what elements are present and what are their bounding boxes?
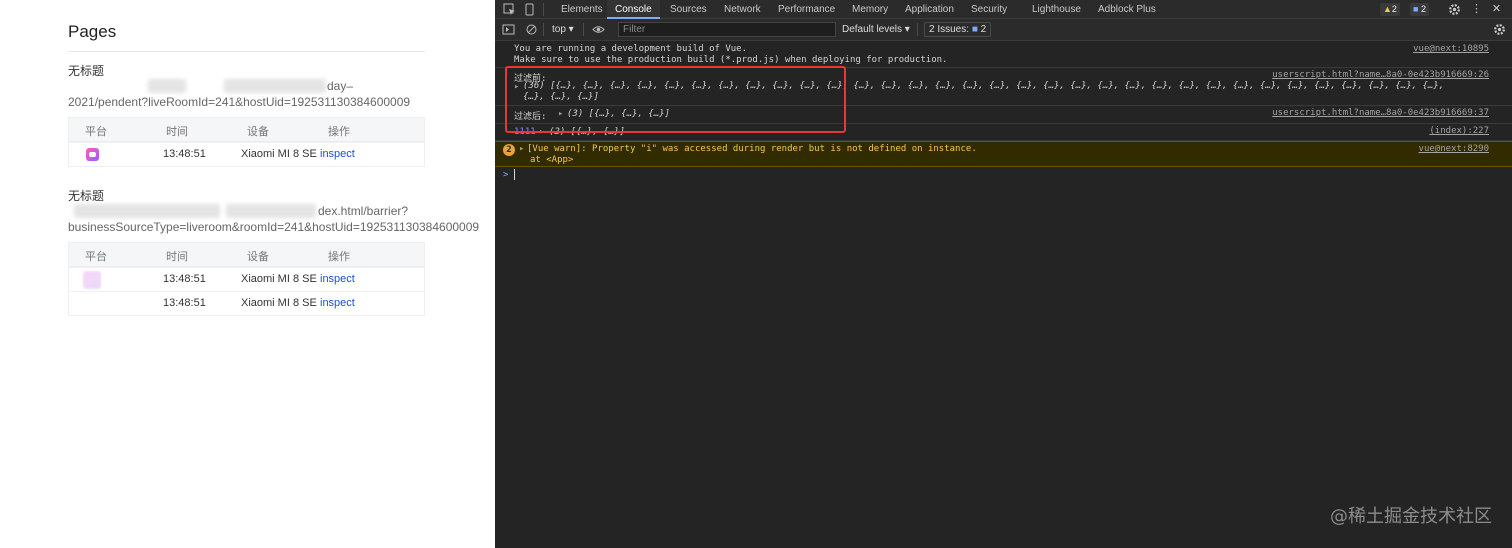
- message-text: Make sure to use the production build (*…: [514, 55, 948, 65]
- clear-console-icon[interactable]: [525, 23, 538, 36]
- console-toolbar: top ▾ Filter Default levels ▾ 2 Issues: …: [495, 19, 1512, 41]
- tab-console[interactable]: Console: [607, 0, 660, 19]
- console-settings-gear-icon[interactable]: [1493, 23, 1506, 36]
- source-link[interactable]: userscript.html?name…8a0-0e423b916669:26: [1272, 70, 1489, 80]
- tab-security[interactable]: Security: [969, 0, 1009, 19]
- eye-icon[interactable]: [592, 23, 605, 36]
- app-icon: [83, 271, 101, 289]
- row-time: 13:48:51: [163, 148, 206, 160]
- targets-table: 平台 时间 设备 操作 13:48:51 Xiaomi MI 8 SE insp…: [68, 117, 425, 167]
- row-device: Xiaomi MI 8 SE: [241, 273, 317, 285]
- col-time: 时间: [166, 251, 188, 263]
- section-title: 无标题: [68, 189, 105, 203]
- tab-network[interactable]: Network: [722, 0, 763, 19]
- warning-count-badge: 2: [503, 144, 515, 156]
- row-time: 13:48:51: [163, 273, 206, 285]
- redacted-url-part: [148, 79, 186, 93]
- context-selector[interactable]: top ▾: [552, 24, 574, 35]
- tab-lighthouse[interactable]: Lighthouse: [1030, 0, 1083, 19]
- log-levels-dropdown[interactable]: Default levels ▾: [842, 24, 910, 35]
- highlight-box: [505, 66, 846, 133]
- warning-stack: at <App>: [530, 155, 574, 165]
- messages-badge[interactable]: ■ 2: [1410, 3, 1429, 16]
- row-device: Xiaomi MI 8 SE: [241, 297, 317, 309]
- pages-panel: Pages 无标题 day– 2021/pendent?liveRoomId=2…: [0, 0, 495, 548]
- console-prompt[interactable]: >: [495, 167, 1512, 183]
- text-cursor: [514, 169, 515, 180]
- warning-icon: ▲: [1383, 4, 1392, 14]
- col-time: 时间: [166, 126, 188, 138]
- redacted-url-part: [74, 204, 220, 218]
- device-toolbar-icon[interactable]: [523, 3, 536, 16]
- source-link[interactable]: userscript.html?name…8a0-0e423b916669:37: [1272, 108, 1489, 118]
- filter-input[interactable]: Filter: [618, 22, 836, 37]
- warning-text[interactable]: [Vue warn]: Property "i" was accessed du…: [527, 144, 977, 154]
- col-action: 操作: [328, 126, 350, 138]
- page-url[interactable]: businessSourceType=liveroom&roomId=241&h…: [68, 220, 479, 234]
- col-device: 设备: [247, 251, 269, 263]
- devtools-tabbar: Elements Console Sources Network Perform…: [495, 0, 1512, 19]
- message-icon: ■: [1413, 4, 1419, 14]
- col-platform: 平台: [85, 251, 107, 263]
- tab-memory[interactable]: Memory: [850, 0, 890, 19]
- page-title: Pages: [68, 22, 117, 41]
- table-header: 平台 时间 设备 操作: [69, 118, 424, 142]
- prompt-chevron: >: [503, 170, 509, 180]
- inspect-link[interactable]: inspect: [320, 273, 355, 285]
- col-action: 操作: [328, 251, 350, 263]
- message-icon: ■: [971, 24, 978, 35]
- issues-button[interactable]: 2 Issues: ■ 2: [924, 22, 992, 37]
- more-options-icon[interactable]: ⋮: [1470, 3, 1483, 16]
- divider: [543, 3, 544, 16]
- col-platform: 平台: [85, 126, 107, 138]
- table-row: 13:48:51 Xiaomi MI 8 SE inspect: [69, 291, 424, 315]
- console-warning: 2 ▸ [Vue warn]: Property "i" was accesse…: [495, 141, 1512, 167]
- expand-arrow-icon[interactable]: ▸: [519, 144, 524, 154]
- source-link[interactable]: vue@next:8290: [1419, 144, 1489, 154]
- sidebar-toggle-icon[interactable]: [502, 23, 515, 36]
- targets-table: 平台 时间 设备 操作 13:48:51 Xiaomi MI 8 SE insp…: [68, 242, 425, 316]
- divider: [917, 23, 918, 36]
- console-message: You are running a development build of V…: [495, 42, 1512, 68]
- tab-application[interactable]: Application: [903, 0, 956, 19]
- source-link[interactable]: vue@next:10895: [1413, 44, 1489, 54]
- close-icon[interactable]: ✕: [1490, 3, 1503, 16]
- page-url-tail[interactable]: day–: [327, 79, 353, 93]
- divider: [543, 23, 544, 36]
- page-url[interactable]: 2021/pendent?liveRoomId=241&hostUid=1925…: [68, 95, 410, 109]
- page-url-tail[interactable]: dex.html/barrier?: [318, 204, 408, 218]
- table-header: 平台 时间 设备 操作: [69, 243, 424, 267]
- tab-elements[interactable]: Elements: [559, 0, 605, 19]
- divider: [68, 51, 425, 52]
- watermark: @稀土掘金技术社区: [1330, 506, 1492, 527]
- app-icon: [86, 148, 99, 161]
- col-device: 设备: [247, 126, 269, 138]
- tab-sources[interactable]: Sources: [668, 0, 709, 19]
- table-row: 13:48:51 Xiaomi MI 8 SE inspect: [69, 142, 424, 166]
- redacted-url-part: [224, 79, 326, 93]
- inspect-link[interactable]: inspect: [320, 148, 355, 160]
- tab-adblock-plus[interactable]: Adblock Plus: [1096, 0, 1158, 19]
- inspect-element-icon[interactable]: [503, 3, 516, 16]
- redacted-url-part: [226, 204, 316, 218]
- tab-performance[interactable]: Performance: [776, 0, 837, 19]
- divider: [583, 23, 584, 36]
- source-link[interactable]: (index):227: [1429, 126, 1489, 136]
- settings-gear-icon[interactable]: [1448, 3, 1461, 16]
- table-row: 13:48:51 Xiaomi MI 8 SE inspect: [69, 267, 424, 291]
- message-text: You are running a development build of V…: [514, 44, 747, 54]
- warnings-badge[interactable]: ▲2: [1380, 3, 1400, 16]
- inspect-link[interactable]: inspect: [320, 297, 355, 309]
- row-device: Xiaomi MI 8 SE: [241, 148, 317, 160]
- row-time: 13:48:51: [163, 297, 206, 309]
- section-title: 无标题: [68, 64, 105, 78]
